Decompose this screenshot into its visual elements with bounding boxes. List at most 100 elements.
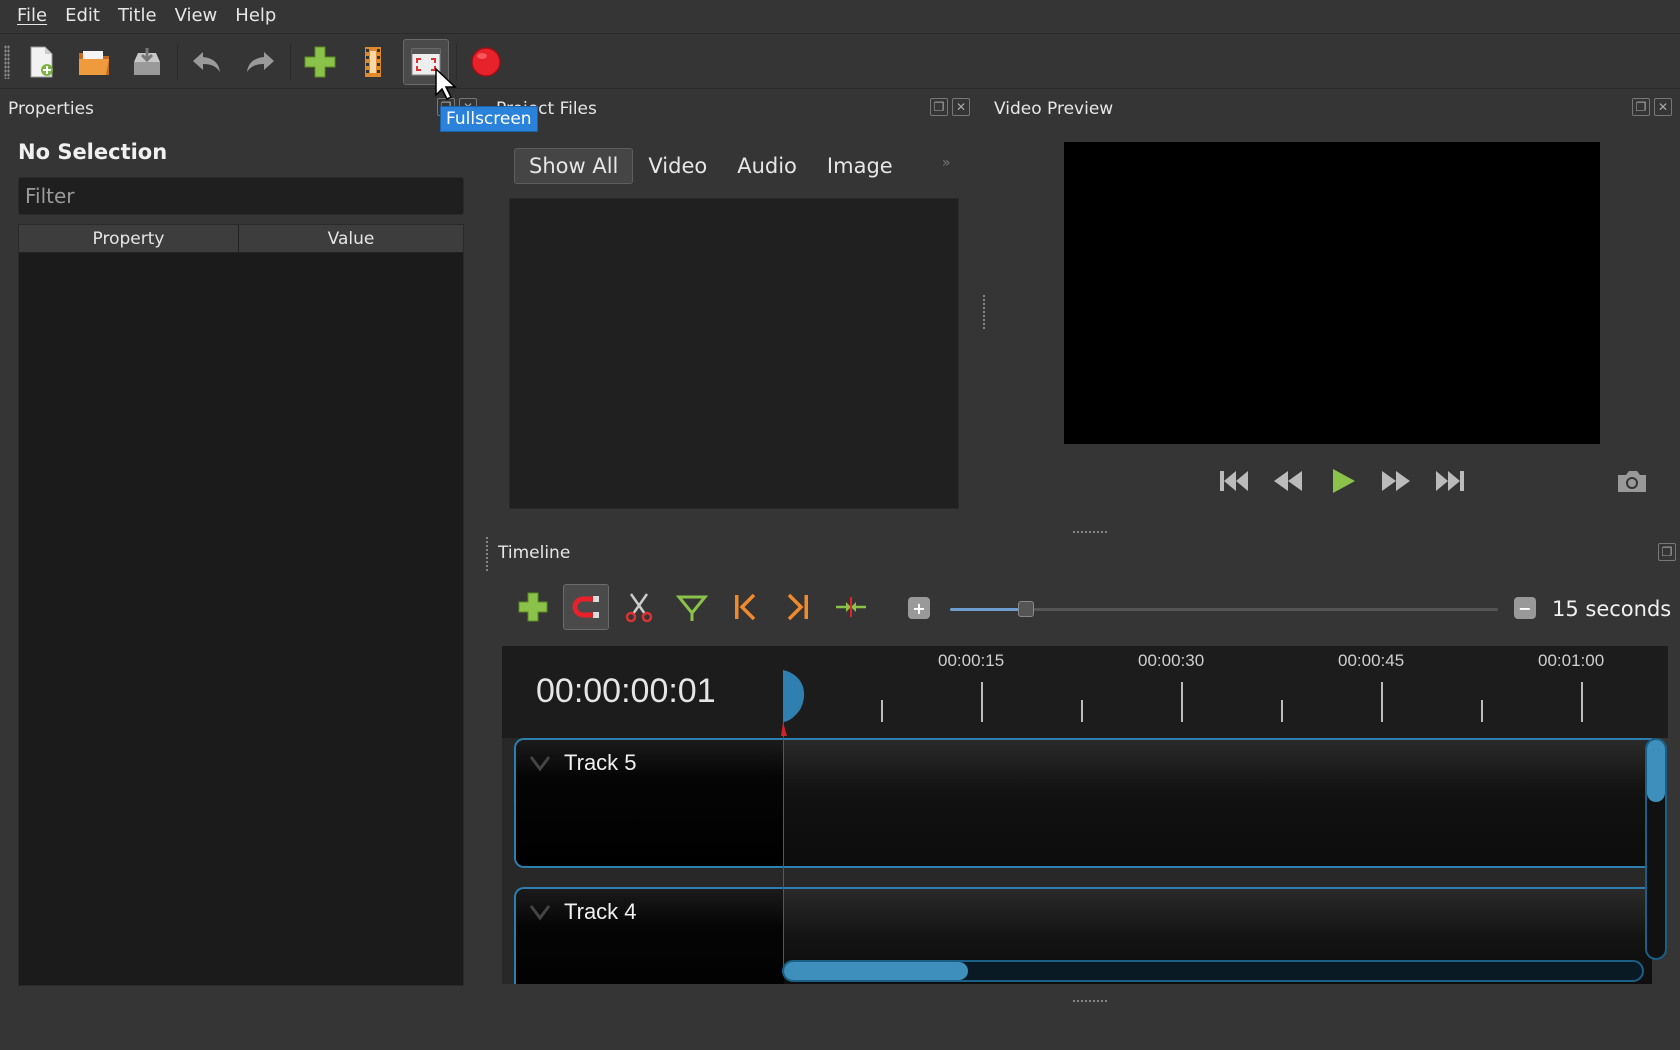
menu-bar: File Edit Title View Help: [0, 0, 1680, 34]
toolbar-grip[interactable]: [4, 44, 10, 79]
razor-tool-button[interactable]: [616, 584, 662, 630]
jump-start-icon: [1220, 471, 1248, 491]
timecode-display: 00:00:00:01: [536, 672, 716, 710]
close-icon[interactable]: ✕: [952, 98, 970, 116]
playback-controls: [1216, 463, 1468, 499]
main-toolbar: [0, 35, 1680, 89]
add-marker-button[interactable]: [669, 584, 715, 630]
jump-end-icon: [1436, 471, 1464, 491]
track-header[interactable]: Track 5: [516, 740, 784, 866]
timeline-tracks-area[interactable]: Track 5 Track 4: [502, 738, 1652, 984]
horizontal-scrollbar-thumb[interactable]: [784, 962, 968, 980]
tab-audio[interactable]: Audio: [722, 148, 812, 184]
menu-file[interactable]: File: [8, 0, 56, 34]
playhead-handle-icon[interactable]: [781, 670, 809, 736]
rewind-button[interactable]: [1270, 463, 1306, 499]
tab-video[interactable]: Video: [633, 148, 722, 184]
export-video-button[interactable]: [463, 39, 509, 85]
import-files-button[interactable]: [297, 39, 343, 85]
chevron-down-icon[interactable]: [528, 754, 552, 772]
ruler-tick-label: 00:01:00: [1538, 651, 1605, 670]
play-button[interactable]: [1324, 463, 1360, 499]
previous-marker-button[interactable]: [722, 584, 768, 630]
video-preview-dock-buttons: ❐ ✕: [1632, 98, 1672, 116]
ruler-major-tick: [1181, 682, 1183, 722]
marker-icon: [675, 595, 709, 621]
center-playhead-button[interactable]: [828, 584, 874, 630]
properties-table[interactable]: Property Value: [18, 224, 464, 986]
tab-image[interactable]: Image: [812, 148, 908, 184]
tooltip: Fullscreen: [440, 106, 538, 132]
center-icon: [836, 597, 866, 617]
open-project-icon: [79, 50, 109, 75]
scissors-icon: [625, 593, 653, 623]
chevron-down-icon[interactable]: [528, 903, 552, 921]
camera-icon[interactable]: [1614, 466, 1650, 496]
toolbar-separator: [177, 43, 178, 80]
float-icon[interactable]: ❐: [1632, 98, 1650, 116]
track-name: Track 5: [564, 750, 637, 775]
menu-help[interactable]: Help: [226, 0, 285, 34]
horizontal-splitter[interactable]: [1072, 530, 1108, 534]
next-marker-icon: [787, 593, 808, 621]
tab-show-all[interactable]: Show All: [514, 148, 634, 184]
redo-icon: [247, 51, 274, 72]
snapping-toggle[interactable]: [563, 584, 609, 630]
add-track-button[interactable]: [510, 584, 556, 630]
menu-view[interactable]: View: [166, 0, 227, 34]
column-header-value[interactable]: Value: [239, 225, 463, 252]
vertical-splitter[interactable]: [982, 294, 986, 330]
undo-icon: [193, 51, 220, 72]
menu-title[interactable]: Title: [109, 0, 166, 34]
ruler-tick-label: 00:00:30: [1138, 651, 1205, 670]
track-row[interactable]: Track 5: [514, 738, 1652, 868]
export-video-icon: [471, 46, 501, 77]
zoom-out-icon[interactable]: −: [1514, 597, 1536, 619]
mouse-cursor-icon: [435, 68, 457, 100]
zoom-level-label: 15 seconds: [1552, 597, 1672, 621]
timeline-title: Timeline: [498, 543, 571, 563]
import-files-icon: [304, 46, 336, 77]
ruler-minor-tick: [1481, 700, 1483, 722]
properties-table-header: Property Value: [19, 225, 463, 253]
redo-button[interactable]: [237, 39, 283, 85]
project-files-filter-tabs: Show All Video Audio Image: [514, 148, 908, 184]
float-icon[interactable]: ❐: [1658, 543, 1676, 561]
vertical-scrollbar-thumb[interactable]: [1647, 740, 1665, 802]
save-project-button[interactable]: [124, 39, 170, 85]
zoom-in-icon[interactable]: +: [908, 597, 930, 619]
zoom-slider-fill: [950, 608, 1026, 611]
fast-forward-button[interactable]: [1378, 463, 1414, 499]
timeline-grip[interactable]: [485, 536, 489, 572]
project-files-list[interactable]: [509, 198, 959, 509]
track-header[interactable]: Track 4: [516, 889, 784, 984]
jump-end-button[interactable]: [1432, 463, 1468, 499]
bottom-splitter[interactable]: [1072, 999, 1108, 1003]
fast-forward-icon: [1382, 471, 1410, 491]
zoom-slider-handle[interactable]: [1018, 601, 1034, 617]
column-header-property[interactable]: Property: [19, 225, 239, 252]
video-preview-title: Video Preview: [994, 99, 1114, 119]
save-project-icon: [134, 47, 160, 75]
float-icon[interactable]: ❐: [930, 98, 948, 116]
ruler-minor-tick: [1081, 700, 1083, 722]
play-icon: [1333, 469, 1355, 493]
next-marker-button[interactable]: [775, 584, 821, 630]
undo-button[interactable]: [184, 39, 230, 85]
jump-start-button[interactable]: [1216, 463, 1252, 499]
filter-input[interactable]: [18, 177, 464, 215]
close-icon[interactable]: ✕: [1654, 98, 1672, 116]
ruler-minor-tick: [881, 700, 883, 722]
add-track-icon: [518, 592, 548, 622]
menu-edit[interactable]: Edit: [56, 0, 109, 34]
previous-marker-icon: [735, 593, 756, 621]
timeline-toolbar: [510, 584, 881, 630]
open-project-button[interactable]: [71, 39, 117, 85]
choose-profile-button[interactable]: [350, 39, 396, 85]
more-tabs-icon[interactable]: »: [942, 155, 951, 171]
properties-title: Properties: [8, 99, 94, 119]
track-name: Track 4: [564, 899, 637, 924]
new-project-icon: [30, 46, 53, 77]
new-project-button[interactable]: [18, 39, 64, 85]
video-preview-screen: [1064, 142, 1600, 444]
